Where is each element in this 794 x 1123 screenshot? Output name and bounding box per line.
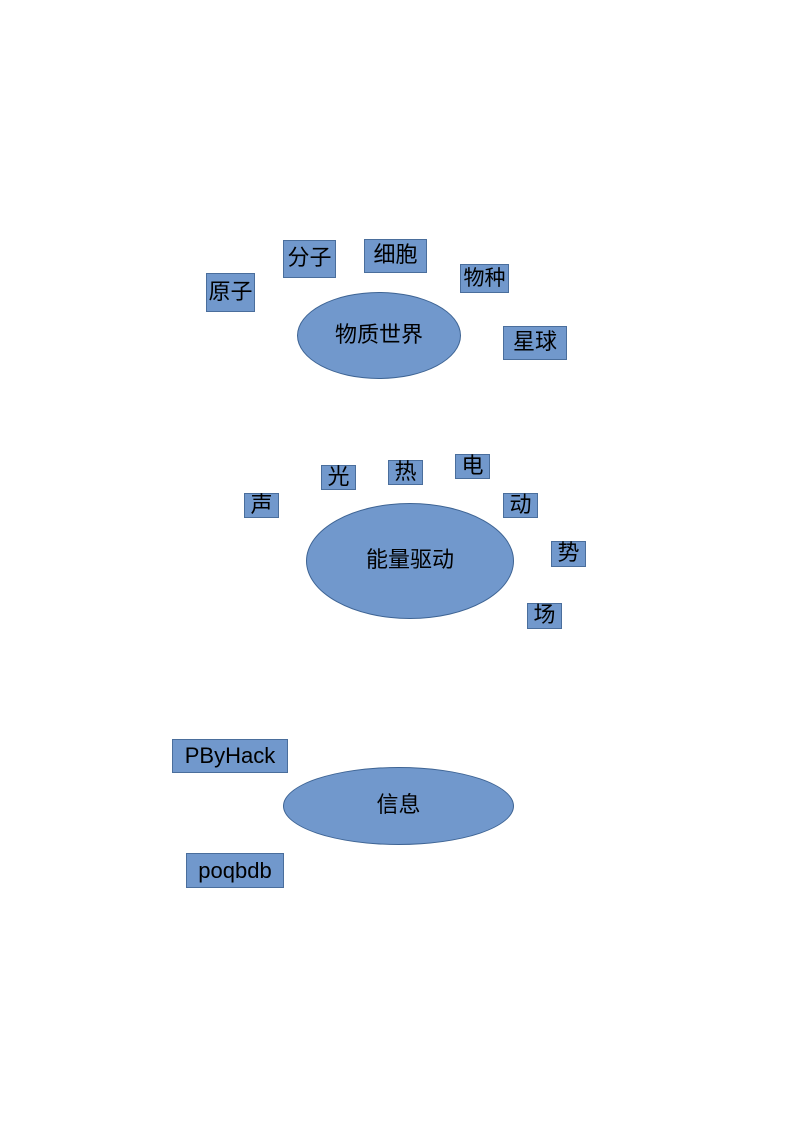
molecule-label: 分子: [283, 240, 336, 278]
planet-label: 星球: [503, 326, 567, 360]
field-label: 场: [527, 603, 562, 629]
poqbdb-label: poqbdb: [186, 853, 284, 888]
pbyhack-label: PByHack: [172, 739, 288, 773]
potential-label: 势: [551, 541, 586, 567]
electricity-label: 电: [455, 454, 490, 479]
matter-world-node: 物质世界: [297, 292, 461, 379]
light-label: 光: [321, 465, 356, 490]
energy-drive-node: 能量驱动: [306, 503, 514, 619]
cell-label: 细胞: [364, 239, 427, 273]
information-node: 信息: [283, 767, 514, 845]
species-label: 物种: [460, 264, 509, 293]
motion-label: 动: [503, 493, 538, 518]
diagram-page: 物质世界 原子 分子 细胞 物种 星球 能量驱动 声 光 热 电 动 势 场 信…: [0, 0, 794, 1123]
atom-label: 原子: [206, 273, 255, 312]
heat-label: 热: [388, 460, 423, 485]
sound-label: 声: [244, 493, 279, 518]
